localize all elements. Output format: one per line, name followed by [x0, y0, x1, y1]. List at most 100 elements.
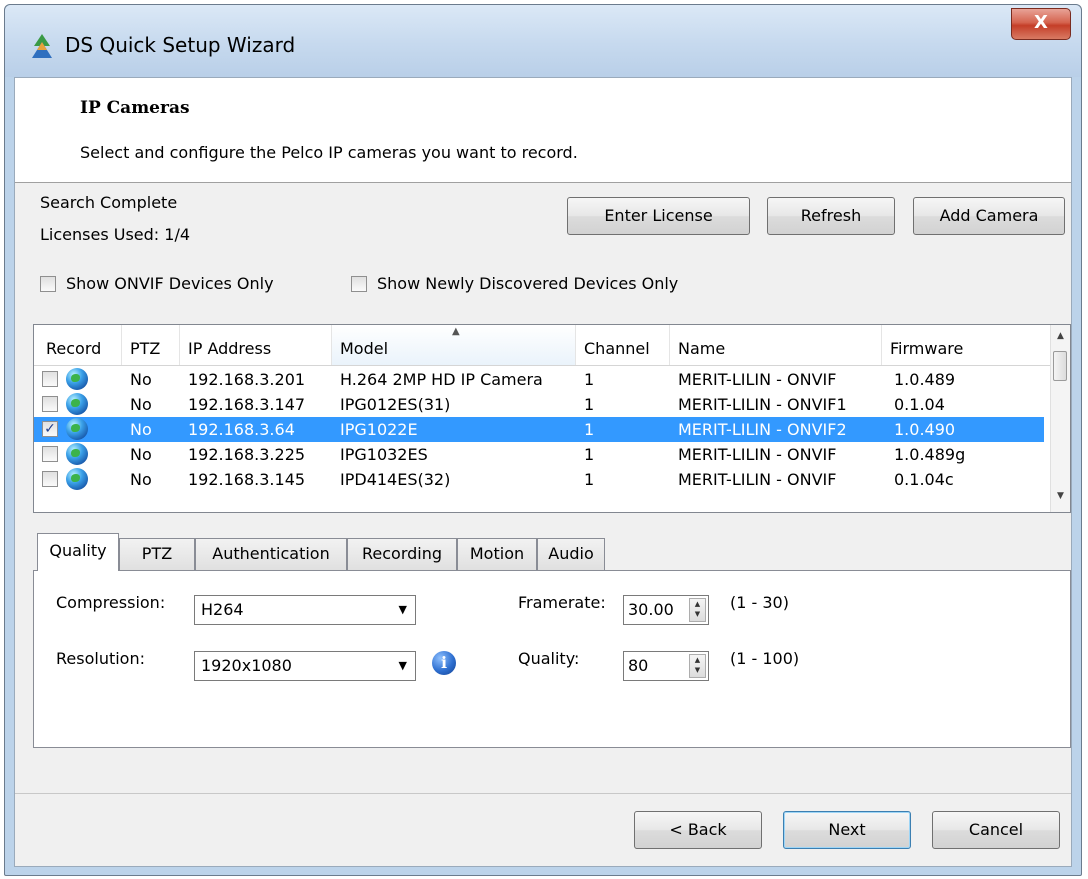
- next-button[interactable]: Next: [783, 811, 911, 849]
- cell-channel: 1: [584, 395, 595, 414]
- tab-motion[interactable]: Motion: [457, 538, 537, 570]
- cell-ip: 192.168.3.225: [188, 445, 306, 464]
- cell-channel: 1: [584, 470, 595, 489]
- table-row[interactable]: No 192.168.3.147 IPG012ES(31) 1 MERIT-LI…: [34, 392, 1044, 417]
- quality-spinbox[interactable]: 80 ▲ ▼: [623, 651, 709, 681]
- framerate-range: (1 - 30): [730, 593, 789, 612]
- scroll-thumb[interactable]: [1053, 351, 1067, 381]
- refresh-button[interactable]: Refresh: [767, 197, 895, 235]
- cell-channel: 1: [584, 370, 595, 389]
- tab-ptz[interactable]: PTZ: [119, 538, 195, 570]
- scroll-down-icon[interactable]: ▼: [1051, 491, 1070, 501]
- column-header-firmware[interactable]: Firmware: [882, 325, 1052, 365]
- cell-model: H.264 2MP HD IP Camera: [340, 370, 543, 389]
- back-button[interactable]: < Back: [634, 811, 762, 849]
- sort-ascending-icon: ▲: [452, 326, 460, 337]
- chevron-down-icon: ▼: [398, 603, 407, 616]
- compression-select[interactable]: H264 ▼: [194, 595, 416, 625]
- onvif-only-filter[interactable]: Show ONVIF Devices Only: [40, 274, 274, 293]
- spin-arrows-icon[interactable]: ▲ ▼: [689, 654, 706, 678]
- cell-name: MERIT-LILIN - ONVIF: [678, 370, 837, 389]
- cancel-button[interactable]: Cancel: [932, 811, 1060, 849]
- cell-ptz: No: [130, 395, 152, 414]
- onvif-only-checkbox[interactable]: [40, 275, 56, 292]
- cell-name: MERIT-LILIN - ONVIF2: [678, 420, 847, 439]
- cell-firmware: 1.0.489: [894, 370, 956, 389]
- quality-value: 80: [628, 656, 649, 675]
- compression-label: Compression:: [56, 593, 166, 612]
- column-header-record[interactable]: Record: [34, 325, 122, 365]
- enter-license-button[interactable]: Enter License: [567, 197, 750, 235]
- tab-quality[interactable]: Quality: [37, 533, 119, 571]
- cell-channel: 1: [584, 420, 595, 439]
- cell-model: IPD414ES(32): [340, 470, 451, 489]
- wizard-window: DS Quick Setup Wizard X IP Cameras Selec…: [4, 4, 1082, 876]
- framerate-value: 30.00: [628, 600, 674, 619]
- camera-globe-icon: [66, 368, 88, 390]
- window-title: DS Quick Setup Wizard: [65, 33, 296, 57]
- cell-ptz: No: [130, 470, 152, 489]
- close-icon: X: [1034, 12, 1048, 33]
- column-header-channel[interactable]: Channel: [576, 325, 670, 365]
- cell-ptz: No: [130, 445, 152, 464]
- record-checkbox[interactable]: [42, 471, 58, 487]
- spin-arrows-icon[interactable]: ▲ ▼: [689, 598, 706, 622]
- resolution-label: Resolution:: [56, 649, 145, 668]
- record-checkbox[interactable]: [42, 396, 58, 412]
- licenses-used: Licenses Used: 1/4: [40, 225, 191, 244]
- quality-range: (1 - 100): [730, 649, 800, 668]
- scroll-up-icon[interactable]: ▲: [1051, 331, 1070, 341]
- table-row[interactable]: No 192.168.3.145 IPD414ES(32) 1 MERIT-LI…: [34, 467, 1044, 492]
- camera-grid[interactable]: Record PTZ IP Address ▲ Model Channel Na…: [33, 324, 1071, 513]
- chevron-down-icon: ▼: [398, 659, 407, 672]
- column-header-model-label: Model: [340, 339, 389, 358]
- cell-model: IPG1032ES: [340, 445, 428, 464]
- framerate-label: Framerate:: [518, 593, 606, 612]
- cell-ip: 192.168.3.201: [188, 370, 306, 389]
- cell-firmware: 0.1.04: [894, 395, 945, 414]
- cell-ptz: No: [130, 370, 152, 389]
- grid-vertical-scrollbar[interactable]: ▲ ▼: [1050, 325, 1070, 512]
- page-title: IP Cameras: [80, 98, 190, 118]
- add-camera-button[interactable]: Add Camera: [913, 197, 1065, 235]
- camera-globe-icon: [66, 443, 88, 465]
- framerate-spinbox[interactable]: 30.00 ▲ ▼: [623, 595, 709, 625]
- grid-header: Record PTZ IP Address ▲ Model Channel Na…: [34, 325, 1052, 366]
- column-header-ptz[interactable]: PTZ: [122, 325, 180, 365]
- quality-label: Quality:: [518, 649, 580, 668]
- title-bar[interactable]: DS Quick Setup Wizard X: [5, 5, 1081, 77]
- cell-firmware: 0.1.04c: [894, 470, 954, 489]
- cell-ip: 192.168.3.147: [188, 395, 306, 414]
- cell-firmware: 1.0.489g: [894, 445, 966, 464]
- table-row-selected[interactable]: ✓ No 192.168.3.64 IPG1022E 1 MERIT-LILIN…: [34, 417, 1044, 442]
- column-header-name[interactable]: Name: [670, 325, 882, 365]
- info-icon[interactable]: i: [432, 651, 456, 675]
- compression-value: H264: [201, 600, 244, 619]
- close-button[interactable]: X: [1011, 8, 1071, 40]
- record-checkbox[interactable]: [42, 371, 58, 387]
- resolution-value: 1920x1080: [201, 656, 292, 675]
- table-row[interactable]: No 192.168.3.225 IPG1032ES 1 MERIT-LILIN…: [34, 442, 1044, 467]
- cell-name: MERIT-LILIN - ONVIF: [678, 445, 837, 464]
- cell-model: IPG1022E: [340, 420, 418, 439]
- column-header-ip-address[interactable]: IP Address: [180, 325, 332, 365]
- wizard-header: IP Cameras Select and configure the Pelc…: [15, 78, 1071, 183]
- search-status: Search Complete: [40, 193, 178, 212]
- cell-name: MERIT-LILIN - ONVIF1: [678, 395, 847, 414]
- newly-discovered-label: Show Newly Discovered Devices Only: [377, 274, 679, 293]
- tab-recording[interactable]: Recording: [347, 538, 457, 570]
- tab-audio[interactable]: Audio: [537, 538, 605, 570]
- record-checkbox[interactable]: [42, 446, 58, 462]
- cell-ip: 192.168.3.145: [188, 470, 306, 489]
- newly-discovered-checkbox[interactable]: [351, 275, 367, 292]
- resolution-select[interactable]: 1920x1080 ▼: [194, 651, 416, 681]
- wizard-client-area: IP Cameras Select and configure the Pelc…: [14, 77, 1072, 867]
- table-row[interactable]: No 192.168.3.201 H.264 2MP HD IP Camera …: [34, 367, 1044, 392]
- newly-discovered-filter[interactable]: Show Newly Discovered Devices Only: [351, 274, 678, 293]
- record-checkbox-checked[interactable]: ✓: [42, 421, 58, 437]
- cell-channel: 1: [584, 445, 595, 464]
- camera-globe-icon: [66, 418, 88, 440]
- app-icon: [32, 34, 52, 58]
- tab-authentication[interactable]: Authentication: [195, 538, 347, 570]
- column-header-model[interactable]: ▲ Model: [332, 325, 576, 365]
